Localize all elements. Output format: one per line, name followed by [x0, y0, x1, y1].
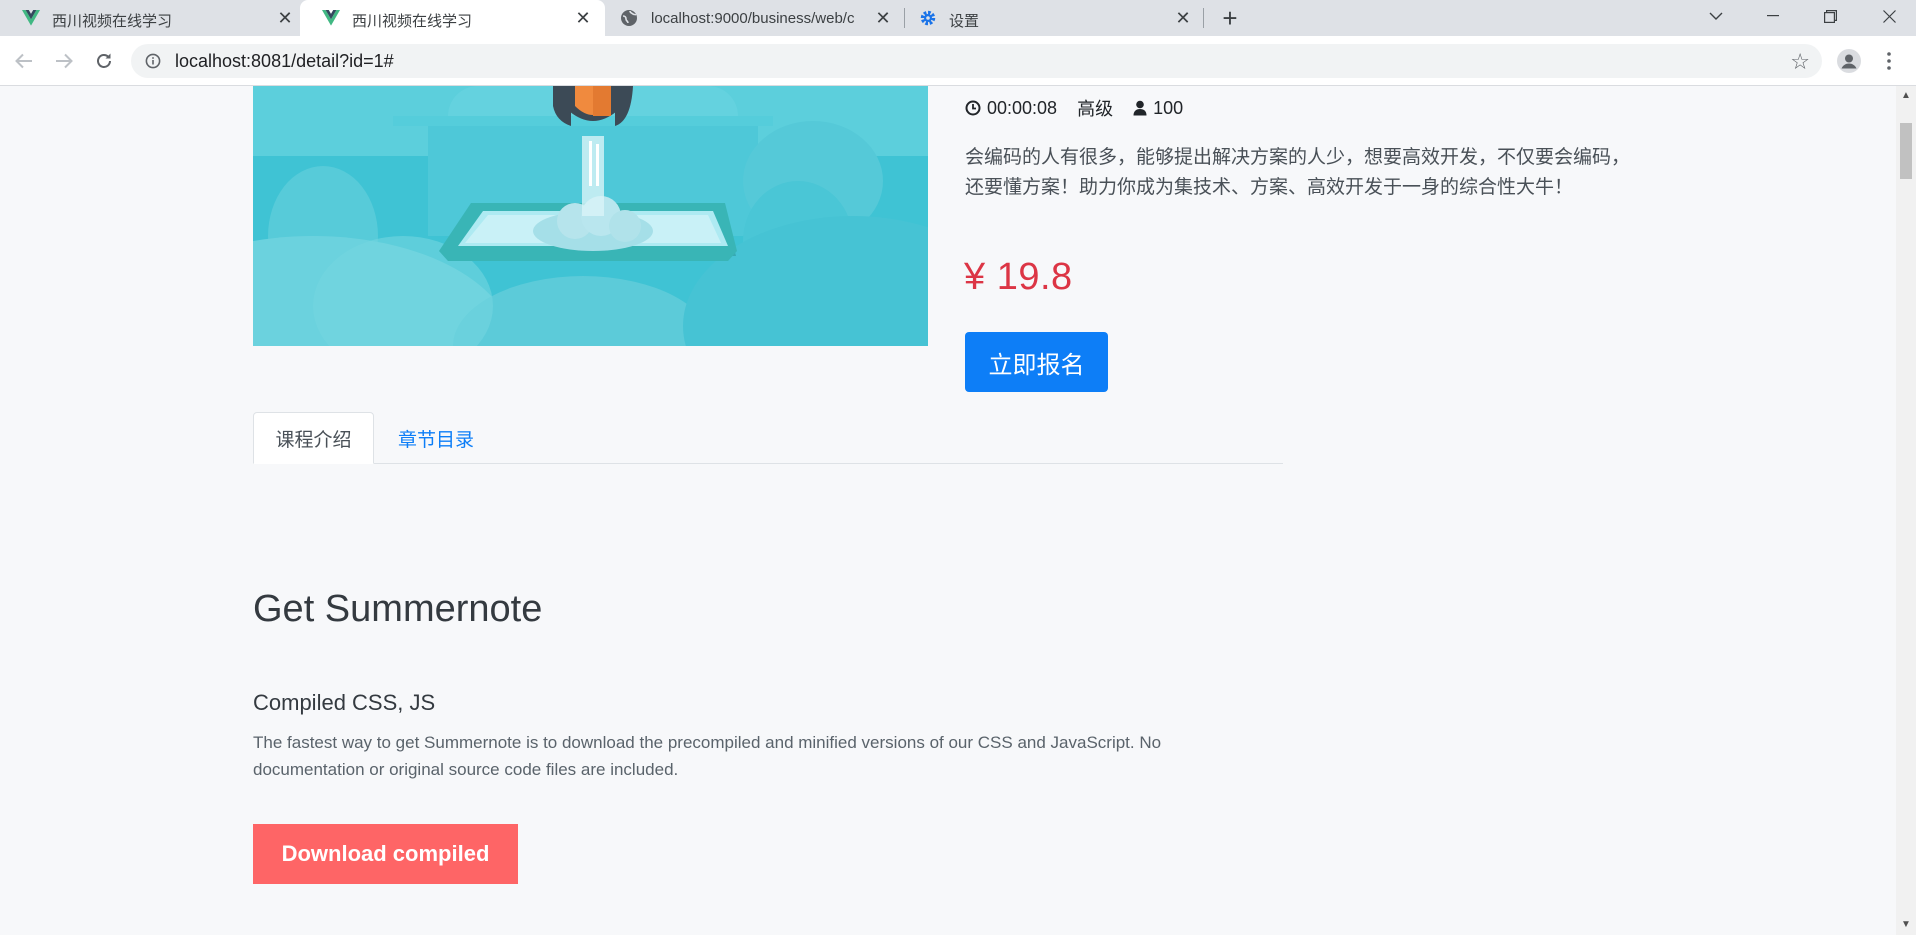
browser-toolbar: localhost:8081/detail?id=1# ☆: [0, 36, 1916, 86]
content-subheading: Compiled CSS, JS: [253, 690, 436, 715]
scroll-down-arrow-icon[interactable]: ▼: [1900, 919, 1912, 931]
gear-icon: [919, 9, 937, 27]
minimize-icon[interactable]: [1750, 0, 1796, 32]
close-tab-icon[interactable]: ✕: [1173, 8, 1193, 28]
content-paragraph: The fastest way to get Summernote is to …: [253, 733, 1162, 779]
tab-chapter-list[interactable]: 章节目录: [375, 412, 497, 464]
profile-avatar-icon[interactable]: [1836, 48, 1862, 74]
user-icon: [1133, 100, 1147, 116]
enroll-count: 100: [1153, 97, 1184, 118]
course-duration: 00:00:08: [987, 97, 1058, 118]
new-tab-icon[interactable]: +: [1217, 3, 1243, 33]
browser-tab-4[interactable]: 设置 ✕: [905, 0, 1205, 36]
tab-course-intro[interactable]: 课程介绍: [253, 412, 374, 464]
page-scrollbar[interactable]: ▲ ▼: [1896, 86, 1916, 935]
vue-logo-icon: [322, 9, 340, 27]
clock-icon: [965, 100, 981, 116]
close-tab-icon[interactable]: ✕: [873, 8, 893, 28]
restore-icon[interactable]: [1807, 0, 1853, 32]
globe-icon: [620, 9, 638, 27]
bookmark-star-icon[interactable]: ☆: [1790, 49, 1810, 75]
tab-divider: [1203, 8, 1204, 28]
course-level: 高级: [1077, 99, 1114, 119]
browser-tab-1[interactable]: 西川视频在线学习 ✕: [0, 0, 300, 36]
reload-icon[interactable]: [91, 48, 117, 74]
course-meta: 00:00:08 高级 100: [965, 96, 1183, 120]
menu-kebab-icon[interactable]: [1876, 48, 1902, 74]
detail-tabs: 课程介绍 章节目录: [253, 412, 1283, 464]
close-window-icon[interactable]: [1866, 0, 1912, 32]
scroll-up-arrow-icon[interactable]: ▲: [1900, 90, 1912, 102]
download-compiled-button[interactable]: Download compiled: [253, 824, 518, 884]
site-info-icon[interactable]: [145, 53, 161, 69]
back-arrow-icon[interactable]: [11, 48, 37, 74]
tab-strip: 西川视频在线学习 ✕ 西川视频在线学习 ✕ localhost:9000/bus…: [0, 0, 1916, 36]
close-tab-icon[interactable]: ✕: [573, 8, 593, 28]
tab-title: 西川视频在线学习: [52, 13, 173, 30]
close-tab-icon[interactable]: ✕: [275, 8, 295, 28]
content-heading: Get Summernote: [253, 588, 543, 630]
forward-arrow-icon[interactable]: [51, 48, 77, 74]
tab-search-chevron-icon[interactable]: [1693, 0, 1739, 32]
address-bar[interactable]: localhost:8081/detail?id=1# ☆: [131, 44, 1822, 78]
url-text[interactable]: localhost:8081/detail?id=1#: [175, 51, 394, 72]
browser-tab-3[interactable]: localhost:9000/business/web/c ✕: [605, 0, 905, 36]
course-cover-image: [253, 86, 928, 346]
tab-title: 设置: [949, 13, 980, 30]
course-description: 会编码的人有很多，能够提出解决方案的人少，想要高效开发，不仅要会编码，还要懂方案…: [965, 147, 1631, 198]
vue-logo-icon: [22, 9, 40, 27]
scrollbar-thumb[interactable]: [1900, 123, 1912, 179]
course-price: ¥ 19.8: [964, 256, 1073, 298]
tab-title: 西川视频在线学习: [352, 13, 473, 30]
page-viewport: 00:00:08 高级 100 会编码的人有很多，能够提出解决方案的人少，想要高…: [0, 86, 1896, 935]
browser-tab-2[interactable]: 西川视频在线学习 ✕: [300, 0, 605, 36]
tab-title: localhost:9000/business/web/c: [651, 10, 855, 27]
enroll-button[interactable]: 立即报名: [965, 332, 1108, 392]
